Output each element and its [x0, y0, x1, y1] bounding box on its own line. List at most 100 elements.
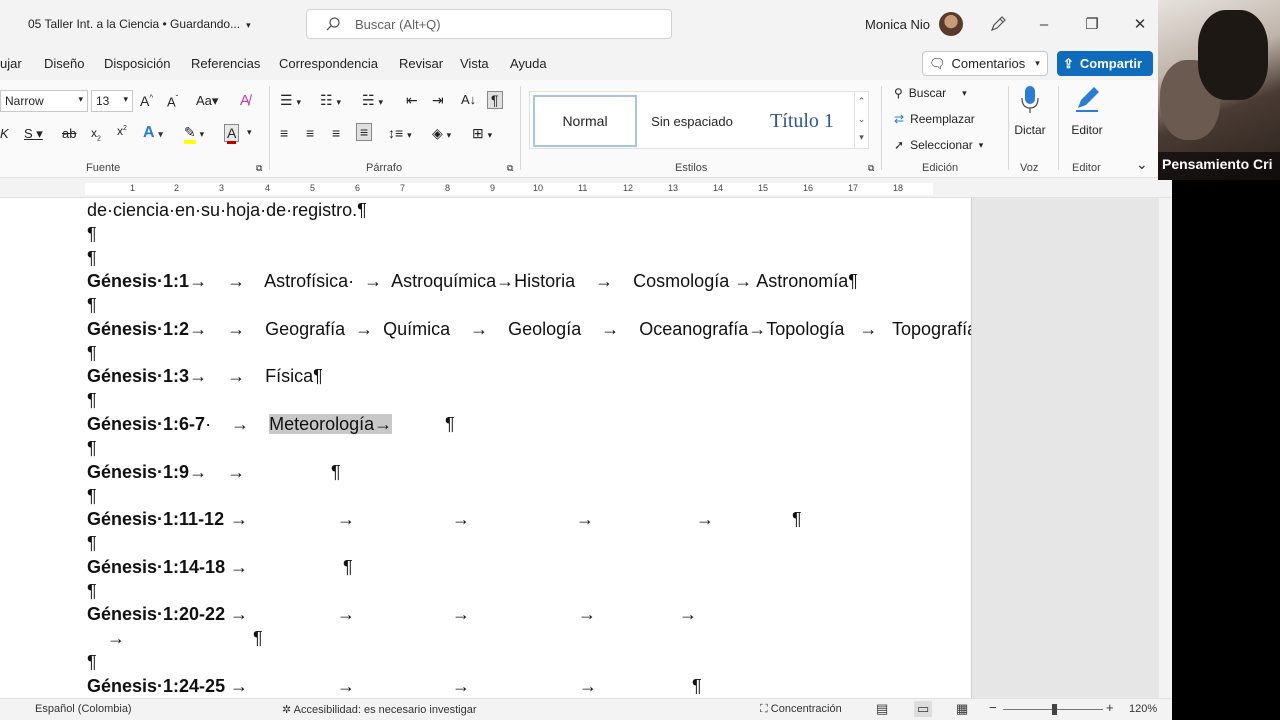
maximize-button[interactable]: ❐: [1080, 12, 1104, 36]
empty-paragraph[interactable]: ¶: [87, 295, 97, 316]
zoom-in-button[interactable]: +: [1106, 700, 1114, 715]
bullets-icon[interactable]: ☰ ▾: [280, 92, 301, 109]
shrink-font-icon[interactable]: Aˇ: [167, 94, 178, 109]
shading-icon[interactable]: ◈ ▾: [432, 125, 451, 142]
empty-paragraph[interactable]: ¶: [87, 438, 97, 459]
select-button[interactable]: ➚ Seleccionar ▾: [894, 138, 983, 152]
decrease-indent-icon[interactable]: ⇤: [406, 92, 418, 109]
ruler[interactable]: 1 2 3 4 5 6 7 8 9 10 11 12 13 14 15 16 1…: [0, 180, 1172, 198]
web-layout-icon[interactable]: ▦: [956, 701, 968, 717]
empty-paragraph[interactable]: ¶: [87, 224, 97, 245]
style-titulo-1[interactable]: Título 1: [752, 95, 852, 147]
minimize-button[interactable]: –: [1032, 12, 1056, 36]
document-title[interactable]: 05 Taller Int. a la Ciencia • Guardando.…: [28, 17, 251, 31]
verse-row[interactable]: Génesis·1:1→ → Astrofísica· → Astroquími…: [87, 271, 858, 292]
multilevel-list-icon[interactable]: ☵ ▾: [362, 92, 383, 109]
search-box[interactable]: Buscar (Alt+Q): [306, 9, 672, 39]
intro-line[interactable]: de·ciencia·en·su·hoja·de·registro.¶: [87, 200, 367, 221]
comments-button[interactable]: 🗨 Comentarios ▾: [922, 51, 1048, 76]
numbering-icon[interactable]: ☷ ▾: [320, 92, 341, 109]
tab-diseno[interactable]: Diseño: [44, 56, 84, 71]
superscript-icon[interactable]: x2: [117, 124, 127, 138]
sort-icon[interactable]: A↓: [461, 92, 476, 107]
verse-row[interactable]: Génesis·1:20-22: [87, 604, 225, 625]
tab-dibujar[interactable]: ujar: [0, 56, 22, 71]
justify-icon[interactable]: ≡: [356, 123, 373, 141]
dictate-button[interactable]: Dictar: [1012, 84, 1048, 137]
empty-paragraph[interactable]: ¶: [87, 248, 97, 269]
document-page[interactable]: de·ciencia·en·su·hoja·de·registro.¶ ¶ ¶ …: [0, 198, 972, 698]
dialog-launcher-icon[interactable]: ⧉: [256, 163, 262, 174]
ruler-number: 13: [668, 183, 679, 193]
style-normal[interactable]: Normal: [533, 95, 637, 147]
dialog-launcher-icon[interactable]: ⧉: [507, 163, 513, 174]
zoom-slider-thumb[interactable]: [1052, 704, 1057, 715]
empty-paragraph[interactable]: ¶: [87, 533, 97, 554]
ruler-number: 16: [803, 183, 814, 193]
verse-row[interactable]: Génesis·1:2→ → Geografía → Química → Geo…: [87, 319, 971, 340]
tab-revisar[interactable]: Revisar: [399, 56, 443, 71]
grow-font-icon[interactable]: A^: [140, 93, 153, 109]
text-effects-icon[interactable]: A ▾: [143, 124, 163, 142]
tab-referencias[interactable]: Referencias: [191, 56, 260, 71]
show-marks-icon[interactable]: ¶: [487, 91, 503, 109]
verse-row[interactable]: Génesis·1:24-25: [87, 676, 225, 697]
zoom-out-button[interactable]: −: [989, 700, 997, 715]
avatar[interactable]: [939, 12, 963, 36]
focus-mode-button[interactable]: ⛶ Concentración: [760, 703, 842, 716]
tab-disposicion[interactable]: Disposición: [104, 56, 170, 71]
font-name-combo[interactable]: Narrow ▾: [0, 90, 88, 112]
dialog-launcher-icon[interactable]: ⧉: [868, 163, 874, 174]
align-center-icon[interactable]: ≡: [306, 125, 314, 141]
read-mode-icon[interactable]: ▤: [876, 701, 888, 717]
highlight-icon[interactable]: ✎ ▾: [184, 124, 204, 144]
empty-paragraph[interactable]: ¶: [87, 486, 97, 507]
tab-vista[interactable]: Vista: [460, 56, 489, 71]
verse-row[interactable]: Génesis·1:3→ → Física¶: [87, 366, 323, 387]
empty-paragraph[interactable]: ¶: [87, 652, 97, 673]
line-spacing-icon[interactable]: ↕≡ ▾: [388, 125, 412, 141]
verse-row[interactable]: Génesis·1:6-7· → Meteorología→: [87, 414, 393, 435]
borders-icon[interactable]: ⊞ ▾: [472, 125, 492, 142]
verse-row[interactable]: Génesis·1:11-12: [87, 509, 224, 530]
strikethrough-icon[interactable]: ab: [62, 126, 76, 141]
verse-row[interactable]: Génesis·1:9→ →: [87, 462, 245, 483]
vertical-scrollbar[interactable]: [1159, 198, 1172, 698]
align-left-icon[interactable]: ≡: [280, 125, 288, 141]
tab-correspondencia[interactable]: Correspondencia: [279, 56, 378, 71]
find-button[interactable]: ⚲ Buscar ▾: [894, 86, 967, 100]
chevron-down-icon[interactable]: ▾: [247, 127, 252, 138]
clear-formatting-icon[interactable]: A̸: [240, 92, 250, 109]
zoom-level[interactable]: 120%: [1129, 703, 1157, 715]
increase-indent-icon[interactable]: ⇥: [432, 92, 444, 109]
styles-scroll[interactable]: ⌃ ⌄ ▾: [854, 92, 868, 148]
empty-paragraph[interactable]: ¶: [87, 343, 97, 364]
font-size-combo[interactable]: 13 ▾: [91, 90, 133, 112]
empty-paragraph[interactable]: ¶: [87, 581, 97, 602]
user-name[interactable]: Monica Nio: [865, 17, 930, 32]
subscript-icon[interactable]: x2: [91, 126, 101, 142]
align-right-icon[interactable]: ≡: [332, 125, 340, 141]
font-color-icon[interactable]: A: [224, 124, 240, 144]
italic-icon[interactable]: K: [0, 126, 9, 141]
share-button[interactable]: ⇪ Compartir: [1057, 51, 1153, 76]
empty-paragraph[interactable]: ¶: [87, 390, 97, 411]
collapse-ribbon-icon[interactable]: ⌄: [1136, 156, 1148, 173]
close-button[interactable]: ✕: [1128, 12, 1152, 36]
replace-button[interactable]: ⇄ Reemplazar: [894, 112, 975, 126]
focus-label: Concentración: [770, 703, 842, 715]
tab-ayuda[interactable]: Ayuda: [510, 56, 547, 71]
selected-text[interactable]: Meteorología→: [269, 414, 393, 434]
style-sin-espaciado[interactable]: Sin espaciado: [642, 95, 742, 147]
pen-icon[interactable]: [988, 14, 1008, 34]
verse-row[interactable]: Génesis·1:14-18: [87, 557, 225, 578]
language-status[interactable]: Español (Colombia): [35, 703, 132, 715]
change-case-icon[interactable]: Aa▾: [196, 93, 218, 109]
paragraph-mark: ¶: [343, 557, 353, 577]
chevron-down-icon[interactable]: ▾: [246, 20, 251, 30]
print-layout-icon[interactable]: ▭: [914, 701, 933, 717]
editor-button[interactable]: Editor: [1066, 84, 1108, 137]
find-label: Buscar: [908, 86, 947, 100]
accessibility-status[interactable]: ✲ Accesibilidad: es necesario investigar: [282, 703, 477, 716]
underline-icon[interactable]: S ▾: [24, 126, 43, 142]
